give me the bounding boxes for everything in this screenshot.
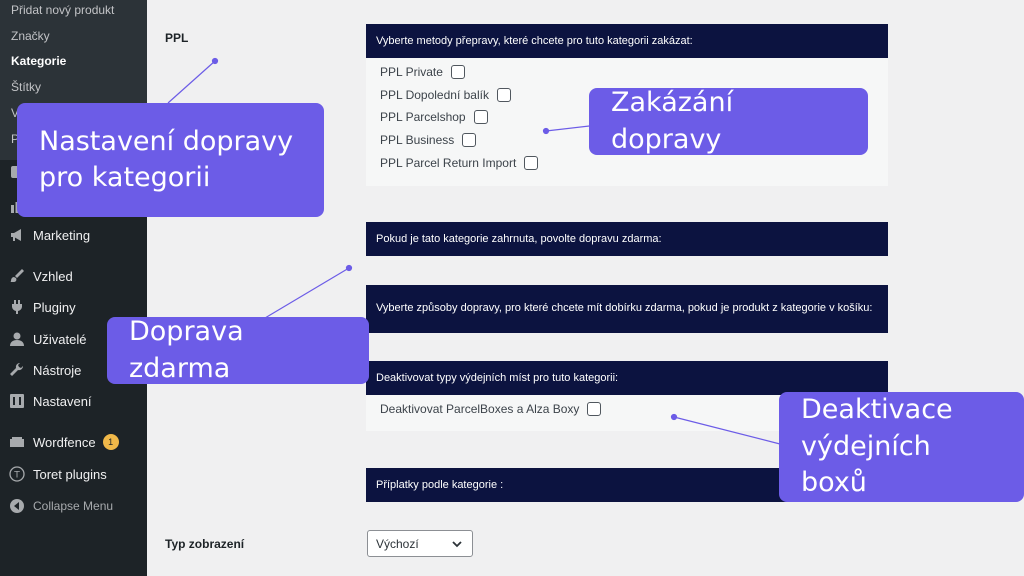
callout-category-shipping: Nastavení dopravy pro kategorii (17, 103, 324, 217)
sidebar-item-label: Marketing (33, 227, 91, 243)
svg-text:T: T (13, 471, 20, 481)
method-ppl-return-import[interactable]: PPL Parcel Return Import (380, 156, 539, 170)
callout-free-shipping: Doprava zdarma (107, 316, 369, 384)
method-label: PPL Private (380, 65, 443, 79)
submenu-categories[interactable]: Kategorie (11, 54, 66, 68)
method-label: PPL Parcel Return Import (380, 156, 517, 170)
submenu-add-product[interactable]: Přidat nový produkt (11, 3, 114, 17)
collapse-icon (9, 498, 25, 514)
sidebar-item-wordfence[interactable]: Wordfence 1 (0, 428, 147, 456)
sidebar-item-label: Vzhled (33, 268, 73, 284)
pickup-checkbox[interactable] (587, 402, 602, 416)
callout-text: Deaktivace výdejních boxů (801, 394, 953, 499)
method-checkbox[interactable] (473, 110, 488, 124)
pickup-option-label: Deaktivovat ParcelBoxes a Alza Boxy (380, 402, 580, 416)
method-label: PPL Dopolední balík (380, 88, 489, 102)
method-label: PPL Parcelshop (380, 110, 466, 124)
notification-badge: 1 (102, 434, 119, 450)
method-checkbox[interactable] (462, 133, 477, 147)
callout-text: Zakázání dopravy (611, 87, 734, 155)
sidebar-item-label: Toret plugins (33, 466, 107, 482)
sidebar-item-label: Wordfence (33, 434, 96, 450)
method-ppl-business[interactable]: PPL Business (380, 133, 477, 147)
wrench-icon (9, 362, 25, 378)
sidebar-item-appearance[interactable]: Vzhled (0, 262, 147, 290)
sidebar-item-label: Nástroje (33, 362, 82, 378)
method-checkbox[interactable] (450, 65, 465, 79)
ppl-field-label: PPL (165, 31, 189, 45)
sidebar-item-toret[interactable]: T Toret plugins (0, 460, 147, 488)
paintbrush-icon (9, 268, 25, 284)
collapse-menu-button[interactable]: Collapse Menu (0, 492, 147, 520)
sidebar-item-label: Collapse Menu (33, 499, 114, 513)
display-type-value: Výchozí (376, 536, 419, 551)
toret-icon: T (9, 466, 25, 482)
display-type-label: Typ zobrazení (165, 537, 245, 551)
plug-icon (9, 299, 25, 315)
submenu-tags[interactable]: Štítky (11, 80, 41, 94)
callout-pickup-deactivation: Deaktivace výdejních boxů (779, 392, 1024, 502)
sidebar-item-label: Nastavení (33, 393, 92, 409)
sidebar-item-label: Uživatelé (33, 331, 87, 347)
user-icon (9, 331, 25, 347)
method-ppl-private[interactable]: PPL Private (380, 65, 465, 79)
settings-icon (9, 393, 25, 409)
pickup-heading: Deaktivovat typy výdejních míst pro tuto… (366, 361, 888, 395)
method-ppl-dopoledni[interactable]: PPL Dopolední balík (380, 88, 511, 102)
method-ppl-parcelshop[interactable]: PPL Parcelshop (380, 110, 488, 124)
free-shipping-heading: Pokud je tato kategorie zahrnuta, povolt… (366, 222, 888, 256)
disable-methods-heading: Vyberte metody přepravy, které chcete pr… (366, 24, 888, 58)
admin-sidebar: Přidat nový produkt Značky Kategorie Ští… (0, 0, 147, 576)
method-checkbox[interactable] (524, 156, 539, 170)
megaphone-icon (9, 227, 25, 243)
callout-disable-shipping: Zakázání dopravy (589, 87, 868, 155)
sidebar-item-label: Pluginy (33, 299, 76, 315)
sidebar-item-marketing[interactable]: Marketing (0, 221, 147, 249)
free-cod-heading: Vyberte způsoby dopravy, pro které chcet… (366, 285, 888, 333)
submenu-brands[interactable]: Značky (11, 29, 50, 43)
pickup-option[interactable]: Deaktivovat ParcelBoxes a Alza Boxy (380, 402, 602, 416)
callout-text: Nastavení dopravy pro kategorii (39, 125, 294, 193)
method-label: PPL Business (380, 133, 455, 147)
method-checkbox[interactable] (496, 88, 511, 102)
callout-text: Doprava zdarma (129, 316, 244, 384)
chevron-down-icon (452, 541, 462, 548)
sidebar-item-settings[interactable]: Nastavení (0, 387, 147, 415)
wordfence-icon (9, 434, 25, 450)
display-type-select[interactable]: Výchozí (367, 530, 473, 557)
